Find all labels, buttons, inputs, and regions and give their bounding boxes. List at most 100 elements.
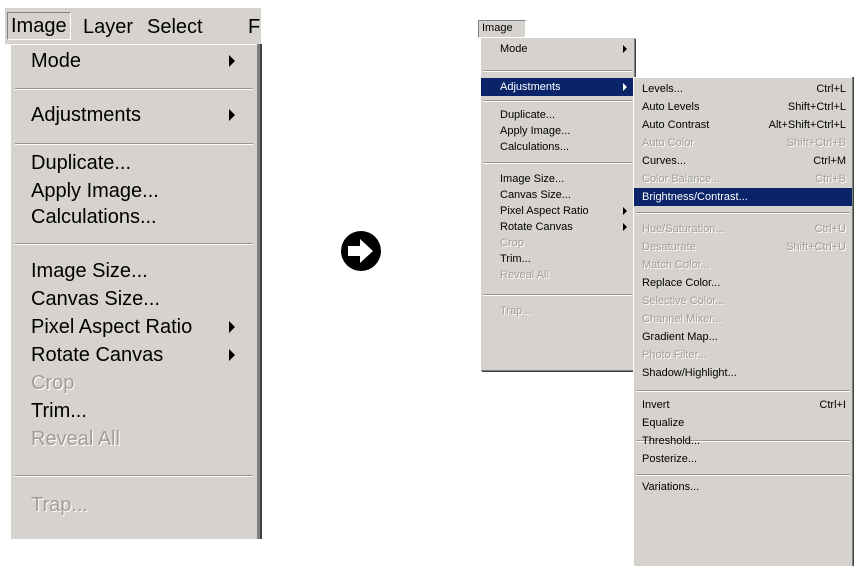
menu-item-label: Reveal All	[31, 428, 120, 450]
shortcut: Shift+Ctrl+B	[786, 137, 846, 149]
arrow-right-circle-icon	[341, 231, 381, 271]
menubar-select[interactable]: Select	[147, 14, 203, 40]
menu-item-label: Trap...	[500, 305, 532, 317]
submenu-item-color-balance: Color Balance... Ctrl+B	[634, 170, 852, 188]
submenu-arrow-icon	[623, 83, 627, 91]
shortcut: Ctrl+M	[813, 155, 846, 167]
shortcut: Ctrl+L	[816, 83, 846, 95]
menu-item-label: Duplicate...	[31, 152, 132, 174]
shortcut: Shift+Ctrl+U	[786, 241, 846, 253]
left-menubar: Image Layer Select F	[5, 8, 261, 45]
menu-item-label: Trim...	[31, 400, 87, 422]
menu-item-label: Adjustments	[500, 81, 561, 93]
menu-item-label: Mode	[500, 43, 528, 55]
separator	[636, 212, 850, 214]
submenu-item-label: Auto Color	[642, 137, 694, 149]
menu-item-label: Mode	[31, 50, 82, 72]
submenu-arrow-icon	[623, 223, 627, 231]
submenu-item-label: Brightness/Contrast...	[642, 191, 748, 203]
submenu-arrow-icon	[229, 55, 235, 67]
shortcut: Ctrl+I	[819, 399, 846, 411]
separator	[636, 474, 850, 476]
menu-item-reveal-all: Reveal All	[31, 425, 120, 453]
right-menubar-image[interactable]: Image	[478, 20, 526, 38]
submenu-item-label: Variations...	[642, 481, 700, 493]
submenu-item-replace-color[interactable]: Replace Color...	[634, 274, 852, 292]
menu-item-trap: Trap...	[481, 302, 634, 320]
submenu-item-label: Match Color...	[642, 259, 710, 271]
separator	[483, 70, 632, 72]
menu-item-trap: Trap...	[31, 491, 88, 519]
separator	[483, 100, 632, 102]
menu-item-calculations[interactable]: Calculations...	[31, 203, 157, 231]
menu-item-label: Canvas Size...	[31, 288, 160, 310]
submenu-item-label: Gradient Map...	[642, 331, 718, 343]
submenu-arrow-icon	[229, 321, 235, 333]
submenu-item-desaturate: Desaturate Shift+Ctrl+U	[634, 238, 852, 256]
submenu-item-brightness-contrast[interactable]: Brightness/Contrast...	[634, 188, 852, 206]
submenu-item-posterize[interactable]: Posterize...	[634, 450, 852, 468]
shortcut: Alt+Shift+Ctrl+L	[768, 119, 846, 131]
menu-item-label: Trap...	[31, 494, 89, 516]
submenu-arrow-icon	[229, 349, 235, 361]
menu-item-pixel-aspect-ratio[interactable]: Pixel Aspect Ratio	[31, 313, 192, 341]
menu-item-label: Pixel Aspect Ratio	[31, 316, 193, 338]
submenu-item-gradient-map[interactable]: Gradient Map...	[634, 328, 852, 346]
menu-item-image-size[interactable]: Image Size...	[31, 257, 148, 285]
menu-item-label: Image Size...	[31, 260, 148, 282]
separator	[636, 390, 850, 392]
menu-item-mode[interactable]: Mode	[31, 47, 81, 75]
submenu-item-auto-levels[interactable]: Auto Levels Shift+Ctrl+L	[634, 98, 852, 116]
menu-item-rotate-canvas[interactable]: Rotate Canvas	[31, 341, 163, 369]
shortcut: Shift+Ctrl+L	[787, 101, 846, 113]
menubar-layer[interactable]: Layer	[83, 14, 133, 40]
submenu-item-selective-color: Selective Color...	[634, 292, 852, 310]
submenu-item-label: Posterize...	[642, 453, 698, 465]
adjustments-submenu: Levels... Ctrl+L Auto Levels Shift+Ctrl+L …	[633, 77, 852, 566]
submenu-item-shadow-highlight[interactable]: Shadow/Highlight...	[634, 364, 852, 382]
shortcut: Ctrl+U	[814, 223, 846, 235]
separator	[15, 475, 253, 477]
menubar-image[interactable]: Image	[7, 12, 71, 40]
menu-item-adjustments[interactable]: Adjustments	[481, 78, 634, 96]
submenu-item-equalize[interactable]: Equalize	[634, 414, 852, 432]
menubar-filter[interactable]: F	[248, 14, 260, 40]
submenu-item-label: Levels...	[642, 83, 683, 95]
submenu-item-label: Replace Color...	[642, 277, 721, 289]
menu-item-apply-image[interactable]: Apply Image...	[31, 177, 159, 205]
submenu-item-label: Invert	[642, 399, 670, 411]
submenu-item-auto-color: Auto Color Shift+Ctrl+B	[634, 134, 852, 152]
menu-item-canvas-size[interactable]: Canvas Size...	[31, 285, 160, 313]
menubar-label: Image	[482, 22, 513, 34]
submenu-item-label: Photo Filter...	[642, 349, 707, 361]
submenu-item-label: Equalize	[642, 417, 685, 429]
menu-item-label: Rotate Canvas	[31, 344, 164, 366]
separator	[15, 88, 253, 90]
submenu-item-levels[interactable]: Levels... Ctrl+L	[634, 80, 852, 98]
submenu-item-auto-contrast[interactable]: Auto Contrast Alt+Shift+Ctrl+L	[634, 116, 852, 134]
menu-item-label: Calculations...	[31, 206, 157, 228]
submenu-item-curves[interactable]: Curves... Ctrl+M	[634, 152, 852, 170]
separator	[483, 162, 632, 164]
menu-item-label: Apply Image...	[31, 180, 159, 202]
submenu-arrow-icon	[623, 207, 627, 215]
submenu-item-invert[interactable]: Invert Ctrl+I	[634, 396, 852, 414]
submenu-item-label: Hue/Saturation...	[642, 223, 725, 235]
left-image-menu: Mode Adjustments Duplicate... Apply Imag…	[10, 44, 257, 539]
submenu-item-label: Threshold...	[642, 435, 701, 447]
submenu-item-label: Auto Levels	[642, 101, 700, 113]
submenu-item-variations[interactable]: Variations...	[634, 478, 852, 496]
submenu-item-photo-filter: Photo Filter...	[634, 346, 852, 364]
submenu-arrow-icon	[623, 45, 627, 53]
menu-item-adjustments[interactable]: Adjustments	[31, 101, 141, 129]
menu-item-mode[interactable]: Mode	[481, 40, 634, 58]
submenu-item-label: Selective Color...	[642, 295, 725, 307]
submenu-item-hue-saturation: Hue/Saturation... Ctrl+U	[634, 220, 852, 238]
menu-item-crop: Crop	[31, 369, 74, 397]
menu-item-duplicate[interactable]: Duplicate...	[31, 149, 131, 177]
submenu-item-channel-mixer: Channel Mixer...	[634, 310, 852, 328]
menu-item-trim[interactable]: Trim...	[31, 397, 87, 425]
menu-item-label: Adjustments	[31, 104, 142, 126]
menu-item-calculations[interactable]: Calculations...	[481, 138, 634, 156]
submenu-item-threshold[interactable]: Threshold...	[634, 432, 852, 450]
